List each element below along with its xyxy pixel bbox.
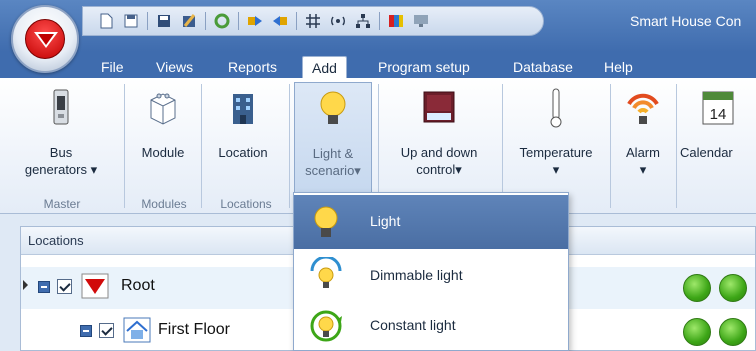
menu-tabs: File Views Reports Add Program setup Dat… [0, 52, 756, 78]
ribbon-separator [610, 84, 611, 208]
tab-reports[interactable]: Reports [219, 56, 286, 78]
carlo-gavazzi-logo-icon [81, 273, 109, 299]
title-bar: Smart House Con [0, 0, 756, 52]
ribbon-separator [124, 84, 125, 208]
module-button[interactable]: Module [126, 82, 200, 194]
ribbon-separator [201, 84, 202, 208]
alarm-label: Alarm [626, 145, 660, 160]
save-as-icon[interactable] [155, 12, 173, 30]
ribbon-separator [378, 84, 379, 208]
new-icon[interactable] [97, 12, 115, 30]
tree-label-root: Root [121, 277, 155, 294]
light-icon [308, 203, 344, 241]
toolbar-separator [205, 12, 206, 30]
app-logo-icon [25, 19, 65, 59]
tab-views[interactable]: Views [147, 56, 202, 78]
toolbar-separator [238, 12, 239, 30]
module-label: Module [141, 145, 185, 160]
status-led-icon [719, 318, 747, 346]
wireless-icon[interactable] [329, 12, 347, 30]
root-checkbox[interactable] [57, 279, 72, 294]
thermometer-icon [536, 86, 576, 130]
light-bulb-icon [313, 87, 353, 131]
tab-add[interactable]: Add [302, 56, 347, 78]
toolbar-separator [147, 12, 148, 30]
dimmable-light-icon [308, 255, 344, 295]
monitor-icon[interactable] [412, 12, 430, 30]
tree-label-first-floor: First Floor [158, 321, 230, 338]
light-scenario-button[interactable]: Light & scenario▾ [294, 82, 372, 194]
tab-file[interactable]: File [92, 56, 133, 78]
floor-icon [123, 317, 151, 343]
ribbon-separator [676, 84, 677, 208]
calendar-icon: 14 [698, 86, 738, 130]
light-scenario-label-2: scenario [305, 163, 355, 178]
temperature-label: Temperature [519, 145, 593, 160]
temperature-button[interactable]: Temperature ▾ [504, 82, 608, 194]
topology-icon[interactable] [354, 12, 372, 30]
blind-icon [419, 86, 459, 130]
quick-access-toolbar [82, 6, 544, 36]
tab-database[interactable]: Database [504, 56, 582, 78]
light-scenario-label: Light & [312, 146, 354, 161]
import-icon[interactable] [246, 12, 264, 30]
menu-item-light[interactable]: Light [294, 195, 568, 249]
up-down-control-label-2: control [416, 162, 456, 177]
tab-help[interactable]: Help [595, 56, 642, 78]
palette-icon[interactable] [387, 12, 405, 30]
location-label: Location [218, 145, 268, 160]
module-icon [143, 86, 183, 130]
status-led-icon [719, 274, 747, 302]
calendar-button[interactable]: 14 Calendar [678, 82, 756, 194]
bus-generators-button[interactable]: Bus generators ▾ [0, 82, 122, 194]
group-label-master: Master [43, 197, 81, 211]
group-label-modules: Modules [141, 197, 187, 211]
group-label-locations: Locations [220, 197, 272, 211]
location-button[interactable]: Location [203, 82, 283, 194]
collapse-icon[interactable] [80, 325, 92, 337]
window-title: Smart House Con [630, 13, 742, 29]
export-icon[interactable] [271, 12, 289, 30]
menu-item-dimmable-light-label: Dimmable light [370, 267, 463, 283]
calendar-label: Calendar [680, 145, 733, 160]
ribbon-separator [289, 84, 290, 208]
menu-item-light-label: Light [370, 213, 401, 229]
menu-item-dimmable-light[interactable]: Dimmable light [294, 249, 568, 303]
edit-icon[interactable] [180, 12, 198, 30]
toolbar-separator [379, 12, 380, 30]
tab-program-setup[interactable]: Program setup [369, 56, 479, 78]
menu-item-constant-light-label: Constant light [370, 317, 456, 333]
first-floor-checkbox[interactable] [99, 323, 114, 338]
status-led-icon [683, 318, 711, 346]
light-scenario-dropdown: Light Dimmable light Constant light [293, 192, 569, 351]
up-down-control-label: Up and down [400, 145, 478, 160]
alarm-icon [623, 86, 663, 130]
bus-generators-label: Bus [49, 145, 73, 160]
status-led-icon [683, 274, 711, 302]
collapse-icon[interactable] [38, 281, 50, 293]
alarm-button[interactable]: Alarm ▾ [612, 82, 674, 194]
row-selector-arrow-icon [23, 280, 28, 290]
bus-generators-label-2: generators [24, 162, 87, 177]
building-icon [223, 86, 263, 130]
menu-item-constant-light[interactable]: Constant light [294, 299, 568, 351]
refresh-icon[interactable] [213, 12, 231, 30]
ribbon-separator [502, 84, 503, 208]
application-menu-button[interactable] [11, 5, 79, 73]
network-icon[interactable] [304, 12, 322, 30]
constant-light-icon [308, 307, 344, 345]
save-icon[interactable] [122, 12, 140, 30]
up-down-control-button[interactable]: Up and down control▾ [380, 82, 498, 194]
bus-generator-icon [41, 86, 81, 130]
toolbar-separator [296, 12, 297, 30]
calendar-day-text: 14 [710, 106, 727, 123]
